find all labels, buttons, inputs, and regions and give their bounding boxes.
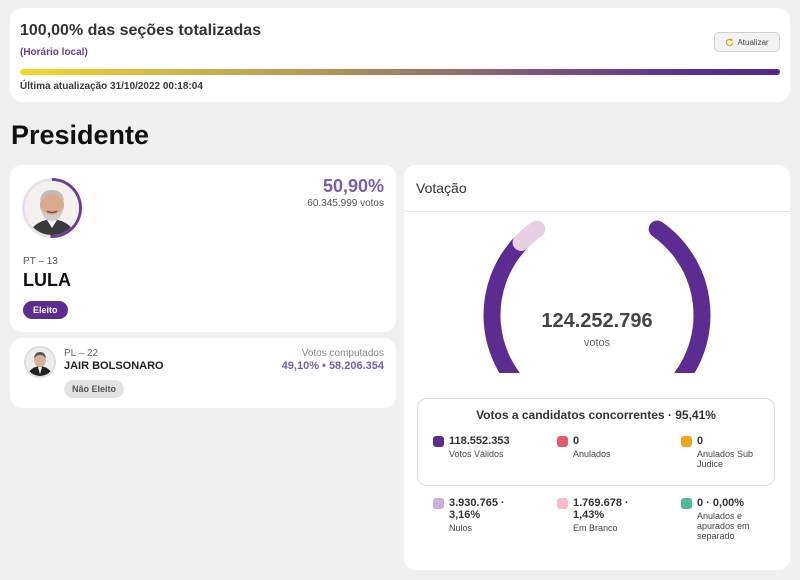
candidate-photo-bolsonaro xyxy=(24,346,56,378)
candidate-party: PT – 13 xyxy=(23,256,58,267)
candidate-card-bolsonaro[interactable]: PL – 22 JAIR BOLSONARO Votos computados … xyxy=(10,338,396,408)
stat-label: Votos Válidos xyxy=(449,449,504,459)
legend-swatch xyxy=(681,498,692,509)
candidate-result: 49,10% • 58.206.354 xyxy=(281,360,384,372)
legend-swatch xyxy=(557,498,568,509)
stat-label: Anulados xyxy=(573,449,611,459)
stat-value: 3.930.765 · 3,16% xyxy=(449,497,505,521)
legend-swatch xyxy=(557,436,568,447)
elected-badge: Eleito xyxy=(23,301,68,319)
computed-votes-label: Votos computados xyxy=(301,348,384,359)
gauge-other-arc xyxy=(512,220,546,251)
candidate-percent: 50,90% xyxy=(322,176,384,196)
stat-value: 0 xyxy=(697,435,704,447)
competing-votes-box: Votos a candidatos concorrentes · 95,41%… xyxy=(417,398,775,486)
local-time-label: (Horário local) xyxy=(20,47,88,58)
page-title: Presidente xyxy=(11,120,150,150)
stat-em-branco: 1.769.678 · 1,43% Em Branco xyxy=(557,497,657,533)
stat-value: 118.552.353 xyxy=(449,435,510,447)
candidate-photo-lula xyxy=(25,181,79,235)
candidate-photo-ring xyxy=(22,178,82,238)
legend-swatch xyxy=(433,436,444,447)
update-button[interactable]: Atualizar xyxy=(714,32,780,52)
not-elected-badge: Não Eleito xyxy=(64,380,125,398)
refresh-icon xyxy=(726,37,734,46)
candidate-name: LULA xyxy=(23,270,71,290)
voting-card: Votação 124.252.796 votos Votos a candid… xyxy=(404,165,790,570)
stat-label: Anulados e apurados em separado xyxy=(697,511,750,541)
total-votes: 124.252.796 xyxy=(541,310,653,332)
candidate-card-lula[interactable]: 50,90% 60.345.999 votos PT – 13 LULA Ele… xyxy=(10,165,396,332)
stat-anulados-separado: 0 · 0,00% Anulados e apurados em separad… xyxy=(681,497,781,541)
stat-label: Anulados Sub Judice xyxy=(697,449,754,469)
stat-label: Nulos xyxy=(449,523,473,533)
last-update-text: Última atualização 31/10/2022 00:18:04 xyxy=(20,81,203,92)
legend-swatch xyxy=(433,498,444,509)
total-votes-label: votos xyxy=(583,337,611,349)
totalization-status-card: 100,00% das seções totalizadas (Horário … xyxy=(10,8,790,102)
person-portrait-icon xyxy=(25,181,79,235)
legend-swatch xyxy=(681,436,692,447)
stat-value: 0 xyxy=(573,435,580,447)
candidate-votes: 60.345.999 votos xyxy=(307,198,384,209)
person-portrait-icon xyxy=(26,348,54,376)
stat-anulados: 0 Anulados xyxy=(557,435,667,459)
candidate-name: JAIR BOLSONARO xyxy=(64,360,164,372)
stat-value: 1.769.678 · 1,43% xyxy=(573,497,629,521)
stat-label: Em Branco xyxy=(573,523,618,533)
status-title: 100,00% das seções totalizadas xyxy=(20,22,262,39)
voting-card-title: Votação xyxy=(404,165,790,212)
stat-value: 0 · 0,00% xyxy=(697,497,745,509)
update-button-label: Atualizar xyxy=(737,37,769,47)
totalization-progress-bar xyxy=(20,69,780,75)
votes-gauge xyxy=(483,220,711,373)
stat-anulados-sub-judice: 0 Anulados Sub Judice xyxy=(681,435,761,469)
competing-votes-title: Votos a candidatos concorrentes · 95,41% xyxy=(476,408,716,422)
stat-nulos: 3.930.765 · 3,16% Nulos xyxy=(433,497,533,533)
candidate-party: PL – 22 xyxy=(64,348,99,359)
stat-votos-validos: 118.552.353 Votos Válidos xyxy=(433,435,543,459)
